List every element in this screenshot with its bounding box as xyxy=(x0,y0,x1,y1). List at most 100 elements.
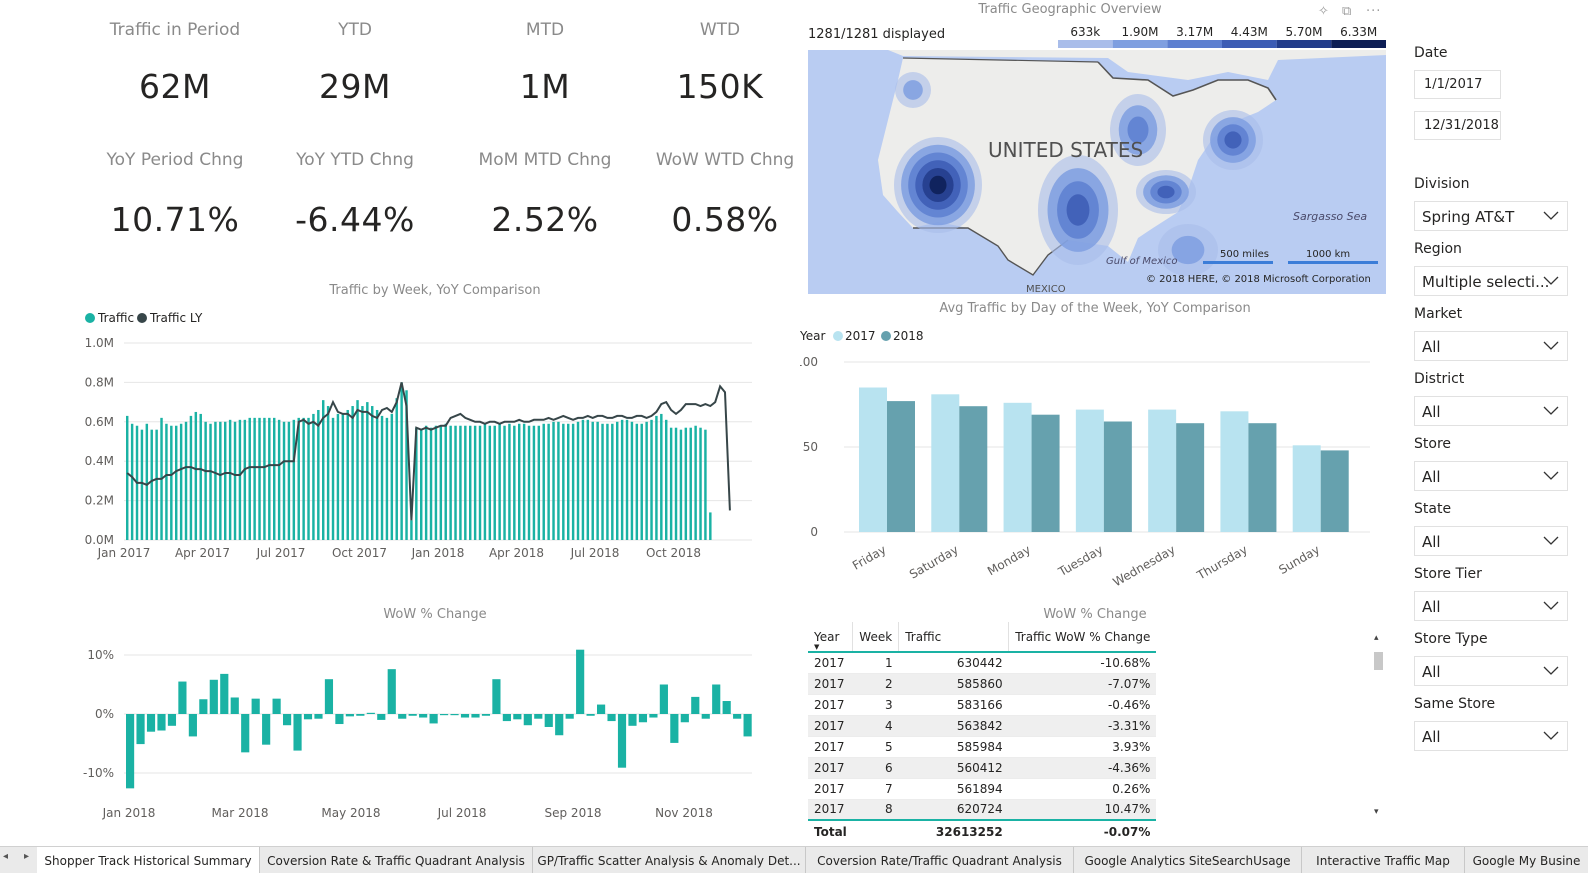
traffic-bar[interactable] xyxy=(527,425,531,540)
traffic-bar[interactable] xyxy=(567,423,570,540)
wow-bar[interactable] xyxy=(513,714,522,720)
wow-bar[interactable] xyxy=(691,696,700,714)
market-dropdown[interactable]: All xyxy=(1414,331,1568,361)
traffic-bar[interactable] xyxy=(346,409,349,540)
traffic-bar[interactable] xyxy=(326,406,330,540)
more-options-icon[interactable]: ··· xyxy=(1366,4,1381,19)
division-dropdown[interactable]: Spring AT&T xyxy=(1414,201,1568,231)
kpi-yoy-period-chng[interactable]: YoY Period Chng 10.71% xyxy=(95,150,255,239)
traffic-bar[interactable] xyxy=(380,415,384,540)
traffic-bar[interactable] xyxy=(620,419,624,540)
wow-bar[interactable] xyxy=(303,714,313,720)
traffic-bar[interactable] xyxy=(253,417,256,540)
traffic-bar[interactable] xyxy=(586,419,590,540)
traffic-bar[interactable] xyxy=(140,429,144,540)
traffic-bar[interactable] xyxy=(557,421,560,540)
header-traffic-wow[interactable]: Traffic WoW % Change xyxy=(1008,622,1157,653)
traffic-bar[interactable] xyxy=(684,427,688,540)
scroll-thumb[interactable] xyxy=(1374,652,1383,670)
traffic-bar[interactable] xyxy=(464,425,467,540)
day-bar-2017[interactable] xyxy=(1220,411,1249,532)
focus-mode-icon[interactable]: ⧉ xyxy=(1342,4,1351,19)
traffic-bar[interactable] xyxy=(165,423,168,540)
wow-bar[interactable] xyxy=(502,714,511,722)
wow-bar[interactable] xyxy=(136,714,145,745)
wow-bar[interactable] xyxy=(283,714,292,726)
traffic-bar[interactable] xyxy=(420,429,423,540)
traffic-bar[interactable] xyxy=(219,421,222,540)
traffic-bar[interactable] xyxy=(282,421,286,540)
traffic-bar[interactable] xyxy=(410,520,413,540)
traffic-bar[interactable] xyxy=(130,423,134,540)
date-start-input[interactable]: 1/1/2017 xyxy=(1414,70,1501,99)
traffic-bar[interactable] xyxy=(454,425,457,540)
store-dropdown[interactable]: All xyxy=(1414,461,1568,491)
traffic-bar[interactable] xyxy=(258,417,261,540)
traffic-bar[interactable] xyxy=(498,423,501,540)
traffic-bar[interactable] xyxy=(660,413,663,540)
traffic-bar[interactable] xyxy=(640,423,643,540)
wow-bar[interactable] xyxy=(199,699,208,714)
day-bar-2017[interactable] xyxy=(1075,409,1104,532)
traffic-bar[interactable] xyxy=(238,419,242,540)
day-bar-2018[interactable] xyxy=(1031,414,1060,532)
heat-map[interactable]: UNITED STATES Sargasso Sea Gulf of Mexic… xyxy=(808,50,1386,294)
traffic-bar[interactable] xyxy=(145,423,149,540)
traffic-bar[interactable] xyxy=(513,425,516,540)
traffic-bar[interactable] xyxy=(263,417,266,540)
traffic-by-week-chart[interactable]: Traffic Traffic LY 0.0M 0.2M 0.4M 0.6M 0.8M 1.0… xyxy=(80,310,780,580)
day-bar-2017[interactable] xyxy=(1003,402,1032,532)
traffic-bar[interactable] xyxy=(366,402,369,540)
wow-bar[interactable] xyxy=(743,714,752,737)
traffic-bar[interactable] xyxy=(395,398,398,540)
traffic-bar[interactable] xyxy=(400,382,403,540)
wow-bar[interactable] xyxy=(722,701,731,714)
traffic-bar[interactable] xyxy=(562,423,565,540)
traffic-bar[interactable] xyxy=(268,417,271,540)
traffic-bar[interactable] xyxy=(444,423,447,540)
wow-bar[interactable] xyxy=(565,714,574,719)
wow-bar[interactable] xyxy=(617,714,627,768)
wow-bar[interactable] xyxy=(680,714,689,723)
day-bar-2017[interactable] xyxy=(1148,409,1177,532)
traffic-bar[interactable] xyxy=(522,423,526,540)
traffic-bar[interactable] xyxy=(689,427,692,540)
traffic-bar[interactable] xyxy=(170,425,173,540)
wow-bar[interactable] xyxy=(262,714,271,745)
traffic-bar[interactable] xyxy=(532,425,536,540)
traffic-bar[interactable] xyxy=(669,427,673,540)
day-bar-2018[interactable] xyxy=(1103,421,1132,533)
kpi-wtd[interactable]: WTD 150K xyxy=(660,20,780,106)
wow-bar[interactable] xyxy=(366,712,375,714)
traffic-bar[interactable] xyxy=(493,425,496,540)
traffic-bar[interactable] xyxy=(194,411,198,540)
wow-bar[interactable] xyxy=(146,714,156,732)
traffic-bar[interactable] xyxy=(224,421,227,540)
wow-bar[interactable] xyxy=(126,714,135,789)
traffic-bar[interactable] xyxy=(518,423,521,540)
traffic-bar[interactable] xyxy=(312,413,315,540)
traffic-bar[interactable] xyxy=(351,406,354,540)
wow-bar[interactable] xyxy=(335,714,344,725)
traffic-bar[interactable] xyxy=(483,423,487,540)
traffic-bar[interactable] xyxy=(449,425,452,540)
day-bar-2018[interactable] xyxy=(1248,423,1277,532)
traffic-bar[interactable] xyxy=(694,425,697,540)
tab-scroll-left-icon[interactable]: ◂ xyxy=(3,851,8,862)
traffic-ly-line[interactable] xyxy=(126,382,731,521)
traffic-bar[interactable] xyxy=(625,419,629,540)
wow-bar[interactable] xyxy=(471,714,480,718)
tab-interactive-traffic-map[interactable]: Interactive Traffic Map xyxy=(1302,847,1465,873)
date-end-input[interactable]: 12/31/2018 xyxy=(1414,111,1501,140)
scroll-down-icon[interactable]: ▾ xyxy=(1374,807,1379,816)
traffic-bar[interactable] xyxy=(356,400,359,540)
traffic-bar[interactable] xyxy=(596,421,599,540)
header-year[interactable]: Year ▼ xyxy=(808,622,854,653)
wow-bar[interactable] xyxy=(607,714,616,722)
traffic-bar[interactable] xyxy=(709,512,712,540)
tab-google-my-business[interactable]: Google My Busine xyxy=(1465,847,1588,873)
traffic-bar[interactable] xyxy=(424,425,428,540)
table-row[interactable]: 2017 5 585984 3.93% xyxy=(808,736,1157,758)
store-tier-dropdown[interactable]: All xyxy=(1414,591,1568,621)
wow-bar[interactable] xyxy=(345,714,354,717)
